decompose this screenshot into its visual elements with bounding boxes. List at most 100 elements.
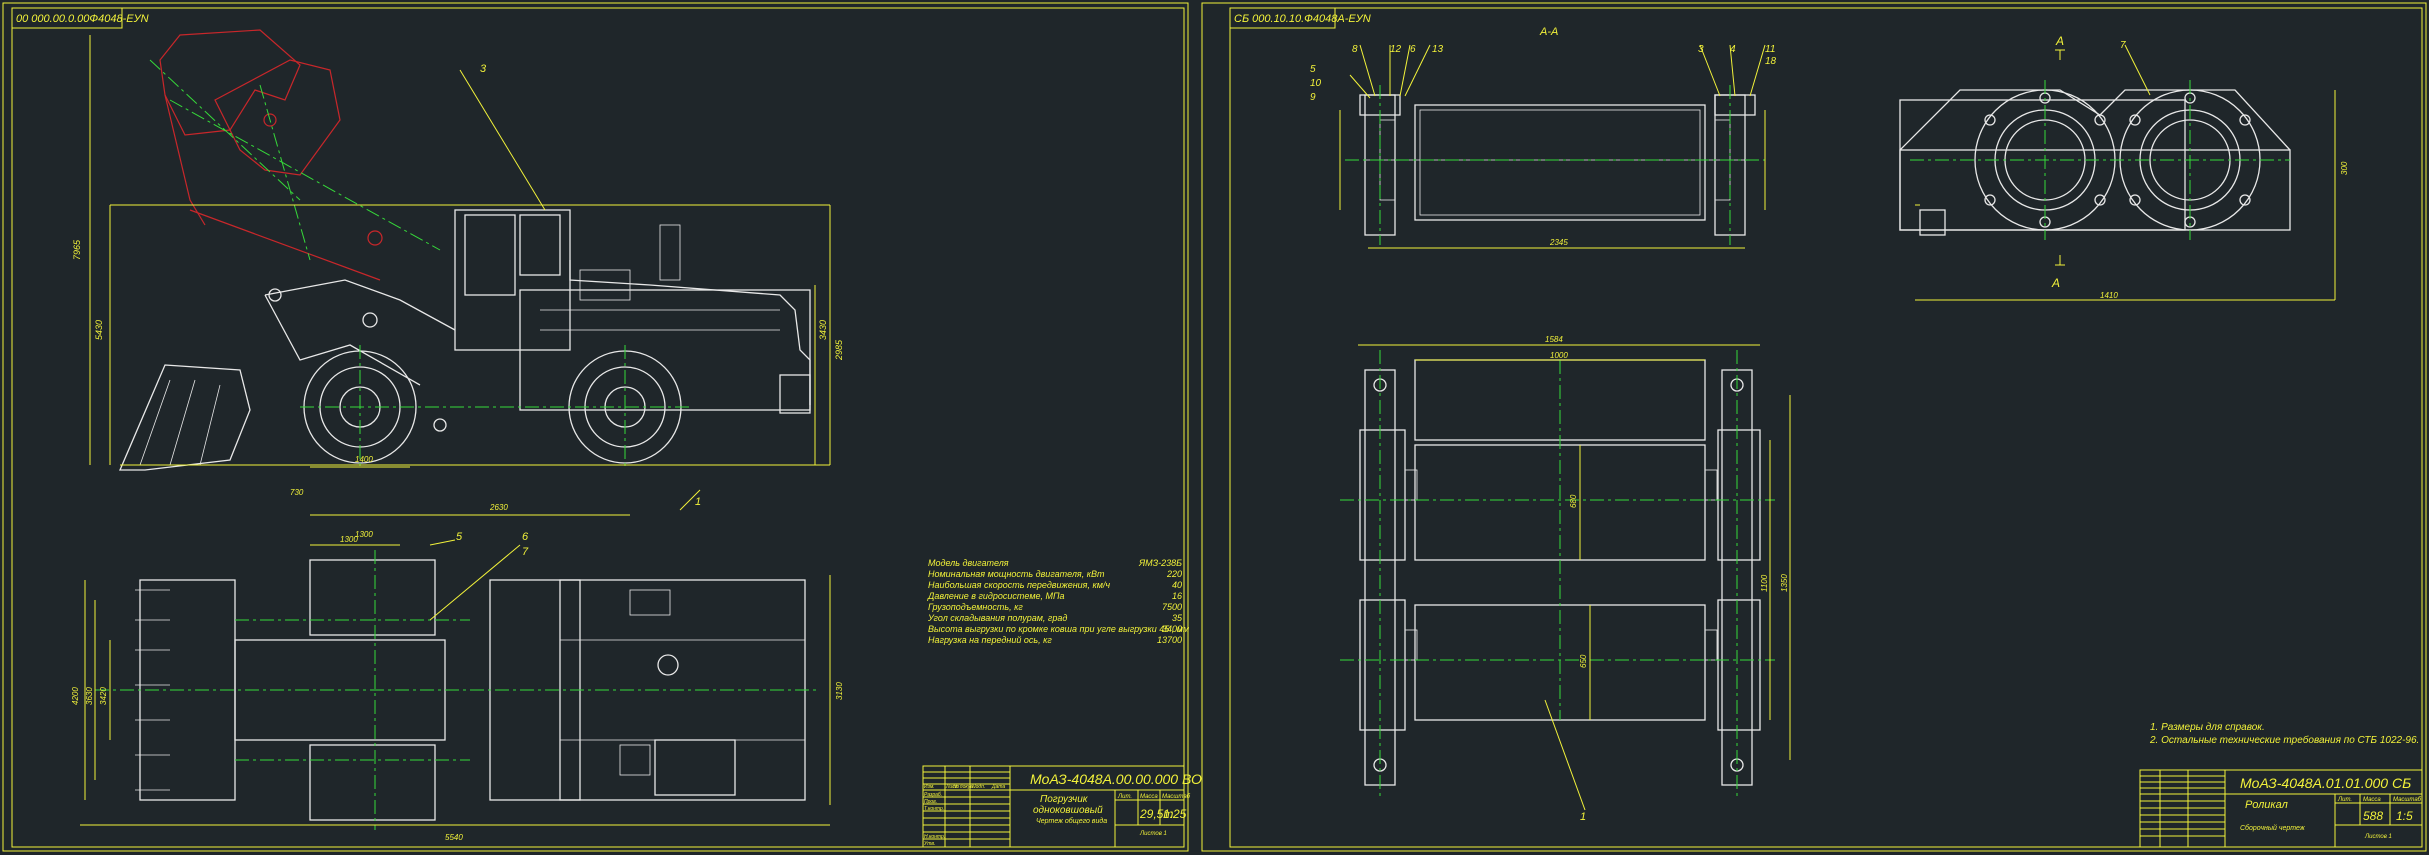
sheet1-scale: 1:25: [1163, 807, 1187, 821]
sheet2-title-block: МоАЗ-4048А.01.01.000 СБ Роликал Сборочны…: [2139, 769, 2423, 848]
spec-value: 35: [1172, 613, 1183, 623]
dim-roller-dia-2: 650: [1579, 654, 1588, 668]
sheet1: 00 000.00.0.00Ф4048-EУN 7965 5430 3430 2…: [2, 2, 1202, 852]
callout-11: 11: [1765, 44, 1775, 55]
dim-overall-height: 7965: [72, 239, 82, 260]
spec-value: 3400: [1162, 624, 1182, 634]
sheet1-outer-frame: [2, 2, 1189, 852]
sheet1-designation: МоАЗ-4048А.00.00.000 ВО: [1030, 771, 1202, 787]
sheet2-lit-header: Лит.: [2337, 797, 2352, 803]
callout-10: 10: [1310, 78, 1322, 89]
sheet1-title-block: МоАЗ-4048А.00.00.000 ВО Погрузчик одноко…: [922, 765, 1202, 848]
dim-plan-roller: 1000: [1550, 351, 1568, 360]
dim-plan-pitch: 1100: [1760, 574, 1769, 592]
sheet2-mass-header: Масса: [2363, 797, 2381, 803]
dim-dump-height: 5430: [94, 320, 104, 340]
spec-value: 220: [1166, 569, 1182, 579]
dim-ground-clear: 730: [290, 488, 304, 497]
spec-label: Угол складывания полурам, град: [927, 613, 1067, 623]
dim-wheelbase: 2630: [489, 503, 508, 512]
dim-body-height: 2985: [834, 339, 844, 361]
dim-frame-width: 3630: [85, 687, 94, 705]
callout-4: 4: [1730, 44, 1736, 55]
callout-18: 18: [1765, 56, 1777, 67]
callout-6: 6: [522, 531, 529, 543]
dim-overall-length: 5540: [445, 833, 463, 842]
sheet1-sheets: Листов 1: [1139, 831, 1167, 837]
section-aa-dimlines: [1339, 44, 1766, 249]
sheet1-inner-frame: [11, 7, 1185, 848]
spec-value: 7500: [1162, 602, 1182, 612]
sheet1-row-data: Дата: [991, 784, 1005, 790]
sheet1-name-line1: Погрузчик: [1040, 794, 1089, 805]
view-a: [1899, 89, 2291, 236]
view-a-labels: А А 7 1410 300: [2051, 34, 2349, 300]
view-a-dimlines: [1915, 44, 2336, 301]
dim-bucket-width: 3420: [99, 687, 108, 705]
dim-track: 1400: [355, 455, 373, 464]
sheet1-row-prov: Пров.: [924, 799, 937, 805]
sheet1-scale-header: Масштаб: [1162, 794, 1191, 800]
spec-label: Давление в гидросистеме, МПа: [927, 591, 1065, 601]
view-marker-bottom: А: [2051, 276, 2060, 290]
sheet2-sheets: Листов 1: [2364, 834, 2392, 840]
section-aa: [1359, 94, 1756, 236]
dim-track-top: 1300: [340, 535, 358, 544]
view-marker-top: А: [2055, 34, 2064, 48]
dim-view-width: 1410: [2100, 291, 2118, 300]
spec-label: Грузоподъемность, кг: [928, 602, 1023, 612]
sheet2: СБ 000.10.10.Ф4048A-EУN А-А 8 12 6 13 3 …: [1201, 2, 2427, 852]
note-2: 2. Остальные технические требования по С…: [2149, 734, 2419, 746]
sheet1-row-nkontr: Н.контр.: [924, 834, 945, 840]
plan-view-axes: [1340, 350, 1775, 800]
callout-13: 13: [1432, 44, 1444, 55]
sheet2-scale: 1:5: [2396, 809, 2413, 823]
callout-6b: 6: [1410, 44, 1416, 55]
bucket-path-axis: [149, 59, 441, 261]
spec-list: Модель двигателя ЯМЗ-238Б Номинальная мощн…: [927, 558, 1189, 645]
sheet1-row-tkontr: Т.контр.: [924, 806, 944, 812]
spec-label: Модель двигателя: [928, 558, 1009, 568]
section-aa-axis: [1345, 85, 1765, 245]
spec-label: Наибольшая скорость передвижения, км/ч: [928, 580, 1110, 590]
sheet2-stamp-code: СБ 000.10.10.Ф4048A-EУN: [1234, 13, 1371, 25]
callout-1: 1: [695, 496, 701, 508]
dim-plan-total: 1584: [1545, 335, 1563, 344]
sheet1-row-podp: Подп.: [972, 784, 985, 790]
dim-cab-height: 3430: [818, 320, 828, 340]
callout-3b: 3: [1698, 44, 1704, 55]
sheet2-designation: МоАЗ-4048А.01.01.000 СБ: [2240, 775, 2411, 791]
plan-view-dimlines: [1358, 344, 1791, 811]
dim-roller-length: 2345: [1549, 238, 1568, 247]
callout-7b: 7: [2120, 40, 2126, 51]
sheet2-name-line2: Сборочный чертеж: [2240, 824, 2306, 832]
spec-label: Номинальная мощность двигателя, кВт: [928, 569, 1105, 579]
sheet2-mass: 588: [2363, 809, 2383, 823]
spec-label: Высота выгрузки по кромке ковша при угле…: [928, 624, 1189, 634]
dim-plan-height: 1350: [1780, 574, 1789, 592]
sheet1-name-line3: Чертеж общего вида: [1036, 817, 1107, 825]
sheet1-name-line2: одноковшовый: [1033, 805, 1103, 816]
sheet1-stamp-code: 00 000.00.0.00Ф4048-EУN: [16, 13, 149, 25]
callout-1b: 1: [1580, 811, 1586, 823]
dim-roller-dia-1: 680: [1569, 494, 1578, 508]
loader-side-axes: [300, 345, 690, 470]
drawing-canvas: 00 000.00.0.00Ф4048-EУN 7965 5430 3430 2…: [2, 2, 2427, 852]
top-view-axes: [95, 550, 820, 830]
sheet1-row-razrab: Разраб.: [924, 792, 942, 798]
sheet2-scale-header: Масштаб: [2393, 797, 2422, 803]
sheet2-name-line1: Роликал: [2245, 799, 2288, 811]
dim-total-width: 4200: [71, 687, 80, 705]
callout-5b: 5: [1310, 64, 1316, 75]
sheet1-row-izm: Изм.: [924, 784, 935, 790]
spec-value: 13700: [1157, 635, 1182, 645]
spec-value: 16: [1172, 591, 1182, 601]
section-label: А-А: [1539, 26, 1558, 38]
spec-value: 40: [1172, 580, 1182, 590]
callout-9: 9: [1310, 92, 1316, 103]
raised-bucket: [159, 29, 383, 281]
dim-view-height: 300: [2340, 161, 2349, 175]
sheet1-lit-header: Лит.: [1117, 794, 1132, 800]
note-1: 1. Размеры для справок.: [2150, 722, 2265, 733]
callout-8: 8: [1352, 44, 1358, 55]
